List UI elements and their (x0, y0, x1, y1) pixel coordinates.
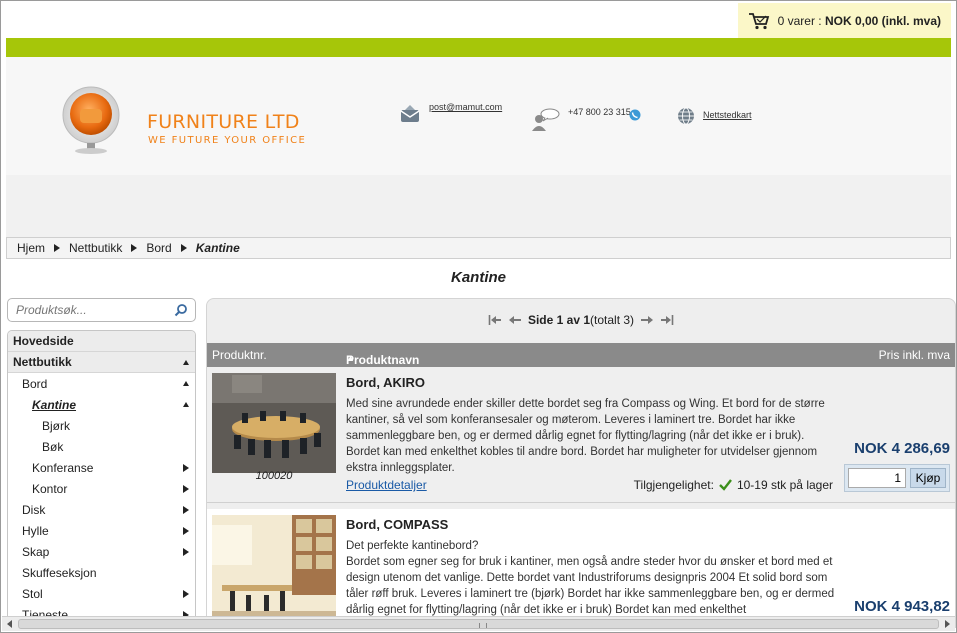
category-sidebar: Hovedside Nettbutikk Bord Kantine Bjørk … (7, 330, 196, 620)
sitemap-link[interactable]: Nettstedkart (703, 110, 752, 120)
scrollbar-thumb[interactable] (18, 619, 939, 629)
sort-asc-icon: ▲ (346, 353, 355, 363)
pager: Side 1 av 1(totalt 3) (207, 313, 955, 327)
banner-area (6, 175, 951, 237)
product-name[interactable]: Bord, AKIRO (346, 375, 425, 390)
product-price: NOK 4 943,82 (854, 598, 950, 615)
page-indicator: Side 1 av 1(totalt 3) (527, 313, 635, 327)
scroll-right-icon[interactable] (945, 620, 950, 628)
product-search[interactable] (7, 298, 196, 322)
collapse-icon[interactable] (183, 381, 189, 386)
breadcrumb: Hjem Nettbutikk Bord Kantine (6, 237, 951, 259)
email-link[interactable]: post@mamut.com (429, 102, 502, 112)
table-header: Produktnr. Produktnavn ▲ Pris inkl. mva (207, 343, 955, 367)
breadcrumb-bord[interactable]: Bord (146, 241, 171, 255)
egg-chair-logo[interactable] (58, 85, 128, 155)
breadcrumb-current: Kantine (195, 241, 240, 255)
product-description: Med sine avrundede ender skiller dette b… (346, 398, 825, 474)
breadcrumb-nettbutikk[interactable]: Nettbutikk (69, 241, 122, 255)
contact-sitemap[interactable]: Nettstedkart (677, 107, 752, 125)
phone-number: +47 800 23 315 (568, 107, 631, 117)
envelope-icon (400, 105, 420, 122)
sidebar-item-kantine[interactable]: Kantine (8, 394, 195, 415)
availability: Tilgjengelighet: 10-19 stk på lager (633, 478, 833, 492)
sidebar-item-disk[interactable]: Disk (8, 499, 195, 520)
column-header-price[interactable]: Pris inkl. mva (879, 348, 950, 362)
page-title: Kantine (450, 269, 506, 286)
sidebar-item-bjork[interactable]: Bjørk (8, 415, 195, 436)
product-image[interactable] (212, 515, 336, 625)
sidebar-item-bok[interactable]: Bøk (8, 436, 195, 457)
quantity-input[interactable] (848, 468, 906, 488)
checkmark-icon (719, 479, 732, 491)
search-input[interactable] (16, 303, 166, 317)
product-list-panel: Side 1 av 1(totalt 3) Produktnr. Produkt… (206, 298, 956, 628)
product-description: Det perfekte kantinebord? Bordet som egn… (346, 540, 835, 616)
breadcrumb-separator-icon (131, 244, 138, 252)
sidebar-item-nettbutikk[interactable]: Nettbutikk (8, 352, 195, 373)
cart-summary[interactable]: 0 varer : NOK 0,00 (inkl. mva) (737, 3, 951, 38)
next-page-icon[interactable] (640, 314, 654, 326)
sidebar-item-bord[interactable]: Bord (8, 373, 195, 394)
collapse-icon[interactable] (183, 359, 189, 365)
product-price: NOK 4 286,69 (854, 440, 950, 457)
search-icon[interactable] (174, 303, 188, 317)
sidebar-item-konferanse[interactable]: Konferanse (8, 457, 195, 478)
sidebar-item-skuffeseksjon[interactable]: Skuffeseksjon (8, 562, 195, 583)
product-image[interactable] (212, 373, 336, 473)
cart-text: 0 varer : NOK 0,00 (inkl. mva) (777, 13, 941, 28)
expand-icon[interactable] (183, 589, 189, 598)
phone-badge-icon (629, 109, 641, 121)
expand-icon[interactable] (183, 463, 189, 472)
expand-icon[interactable] (183, 547, 189, 556)
sidebar-item-kontor[interactable]: Kontor (8, 478, 195, 499)
prev-page-icon[interactable] (508, 314, 522, 326)
brand-name: FURNITURE LTD (147, 111, 300, 133)
buy-box: Kjøp (844, 464, 950, 492)
sidebar-item-hovedside[interactable]: Hovedside (8, 331, 195, 352)
contact-email[interactable]: post@mamut.com (399, 102, 502, 124)
collapse-icon[interactable] (183, 402, 189, 407)
sidebar-item-skap[interactable]: Skap (8, 541, 195, 562)
product-number: 100020 (255, 470, 293, 482)
accent-bar (6, 38, 951, 57)
site-header: FURNITURE LTD WE FUTURE YOUR OFFICE post… (6, 57, 951, 175)
expand-icon[interactable] (183, 505, 189, 514)
sidebar-item-hylle[interactable]: Hylle (8, 520, 195, 541)
breadcrumb-separator-icon (180, 244, 187, 252)
breadcrumb-home[interactable]: Hjem (17, 241, 45, 255)
expand-icon[interactable] (183, 484, 189, 493)
buy-button[interactable]: Kjøp (910, 468, 946, 488)
sidebar-item-stol[interactable]: Stol (8, 583, 195, 604)
horizontal-scrollbar[interactable] (2, 616, 955, 631)
globe-icon (678, 107, 694, 125)
expand-icon[interactable] (183, 526, 189, 535)
last-page-icon[interactable] (660, 314, 674, 326)
column-header-nr[interactable]: Produktnr. (212, 348, 267, 362)
grip-icon (478, 623, 487, 628)
support-person-icon (532, 108, 560, 131)
table-row: Bord, COMPASS Det perfekte kantinebord? … (207, 509, 955, 627)
cart-icon (748, 12, 769, 29)
table-row: 100020 Bord, AKIRO Med sine avrundede en… (207, 367, 955, 503)
breadcrumb-separator-icon (54, 244, 61, 252)
contact-phone: +47 800 23 315 (530, 107, 641, 131)
browser-page: 0 varer : NOK 0,00 (inkl. mva) FURNITURE… (0, 0, 957, 633)
brand-tagline: WE FUTURE YOUR OFFICE (148, 135, 307, 146)
product-name[interactable]: Bord, COMPASS (346, 517, 448, 532)
scroll-left-icon[interactable] (7, 620, 12, 628)
product-details-link[interactable]: Produktdetaljer (346, 478, 427, 492)
first-page-icon[interactable] (488, 314, 502, 326)
